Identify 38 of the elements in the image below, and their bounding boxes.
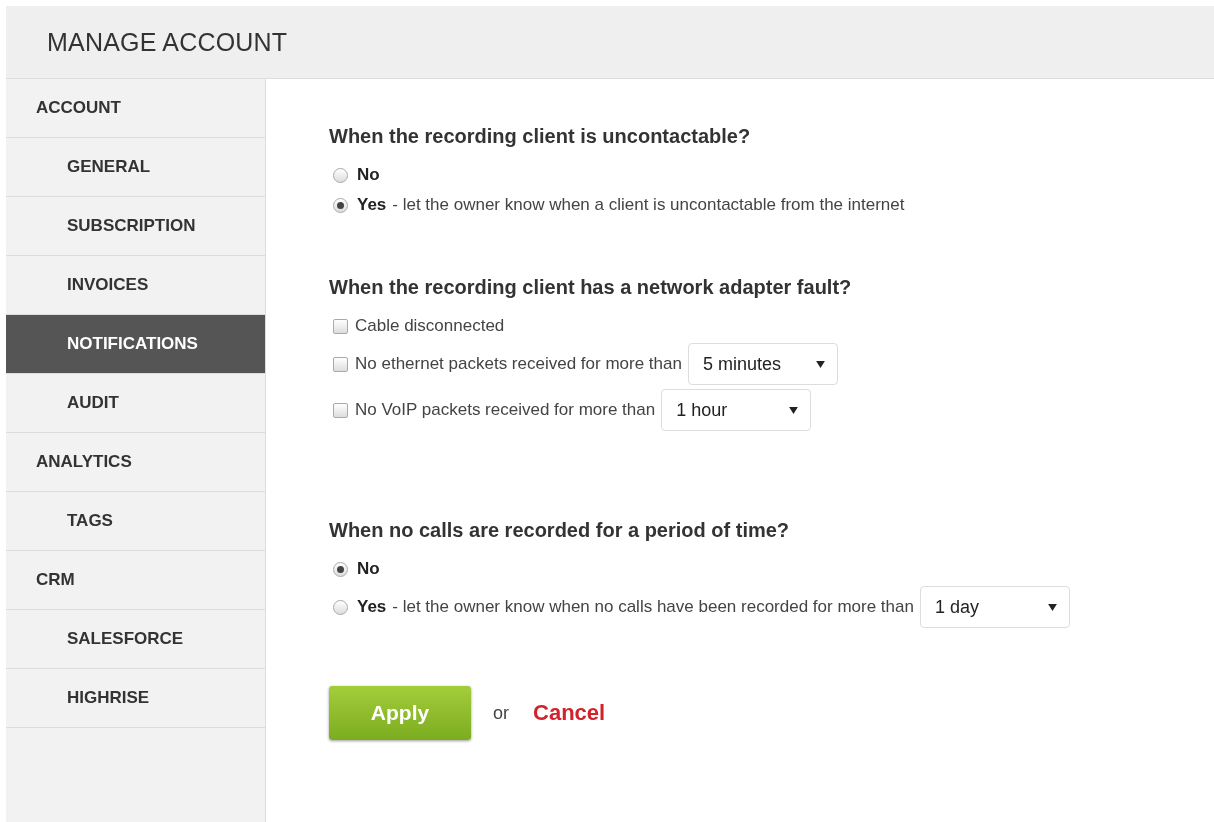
caret-icon: [789, 406, 799, 414]
option-label: Yes: [357, 195, 387, 215]
sidebar-item[interactable]: HIGHRISE: [6, 669, 265, 728]
dropdown[interactable]: 1 day: [919, 586, 1070, 628]
section-heading: When the recording client is uncontactable?: [329, 125, 752, 148]
page-title: MANAGE ACCOUNT: [47, 27, 288, 57]
sidebar-item[interactable]: ANALYTICS: [6, 433, 265, 492]
option-label: No: [357, 165, 380, 185]
radio-button[interactable]: [333, 599, 348, 615]
option-description: - let the owner know when a client is uncontactable from the internet: [392, 195, 905, 215]
checkbox[interactable]: [333, 402, 348, 418]
sidebar-item[interactable]: TAGS: [6, 492, 265, 551]
radio-button[interactable]: [333, 197, 348, 213]
radio-button[interactable]: [333, 561, 348, 577]
option-label: No ethernet packets received for more than: [355, 354, 682, 374]
option-label: Cable disconnected: [355, 316, 505, 336]
sidebar-item[interactable]: SUBSCRIPTION: [6, 197, 265, 256]
option-label: No VoIP packets received for more than: [355, 400, 656, 420]
sidebar-item[interactable]: NOTIFICATIONS: [6, 315, 265, 374]
sidebar-item[interactable]: ACCOUNT: [6, 79, 265, 138]
dropdown[interactable]: 1 hour: [661, 389, 812, 431]
sidebar-item[interactable]: SALESFORCE: [6, 610, 265, 669]
option-label: Yes: [357, 597, 387, 617]
cancel-link[interactable]: Cancel: [533, 700, 606, 726]
option-description: - let the owner know when no calls have been recorded for more than: [392, 597, 914, 617]
sidebar-item[interactable]: CRM: [6, 551, 265, 610]
section-heading: When no calls are recorded for a period of time?: [329, 519, 791, 542]
checkbox[interactable]: [333, 356, 348, 372]
checkbox[interactable]: [333, 318, 348, 334]
caret-icon: [815, 360, 825, 368]
sidebar-item[interactable]: AUDIT: [6, 374, 265, 433]
sidebar-item[interactable]: GENERAL: [6, 138, 265, 197]
radio-button[interactable]: [333, 167, 348, 183]
section-heading: When the recording client has a network adapter fault?: [329, 276, 853, 299]
dropdown[interactable]: 5 minutes: [687, 343, 838, 385]
caret-icon: [1047, 603, 1057, 611]
option-label: No: [357, 559, 380, 579]
or-text: or: [493, 702, 509, 724]
